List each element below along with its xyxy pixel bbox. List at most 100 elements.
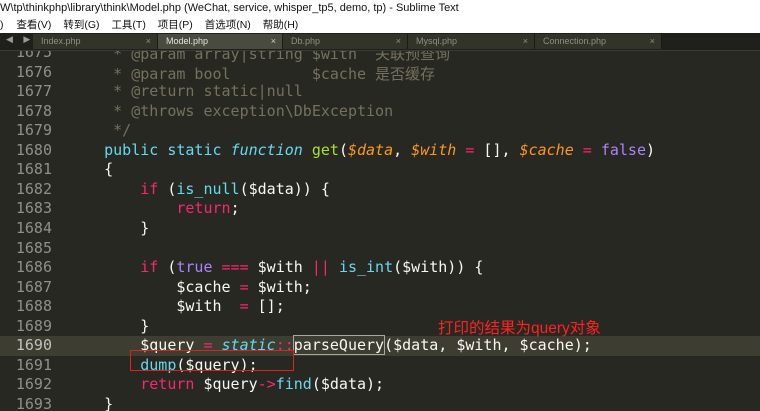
code-token: parseQuery <box>292 335 386 356</box>
code-token: true <box>176 258 213 277</box>
code-token: []; <box>248 297 285 316</box>
menu-item-view[interactable]: 查看(V) <box>16 17 51 33</box>
menu-item-help[interactable]: 帮助(H) <box>263 17 299 33</box>
code-token: = <box>582 140 592 159</box>
tab-mysql-php[interactable]: Mysql.php × <box>408 34 535 49</box>
code-text: * @param array|string $with 关联预查询 <box>68 51 450 64</box>
code-token: $cache <box>519 140 574 159</box>
menu-item-edit[interactable]: ) <box>0 17 4 33</box>
tab-index-php[interactable]: Index.php × <box>33 34 158 49</box>
code-token: if <box>140 179 159 198</box>
code-token: function <box>230 140 303 159</box>
window-title-bar: W\tp\thinkphp\library\think\Model.php (W… <box>0 0 760 17</box>
code-line[interactable]: 1687 $cache = $with; <box>0 278 760 298</box>
code-line[interactable]: 1676 * @param bool $cache 是否缓存 <box>0 63 760 83</box>
tab-model-php[interactable]: Model.php × <box>158 34 283 49</box>
code-token: ( <box>158 179 177 198</box>
code-token: * @param bool $cache 是否缓存 <box>68 64 436 83</box>
code-token: ($with)) { <box>393 258 484 277</box>
code-token: $with <box>248 258 312 277</box>
menu-item-preferences[interactable]: 首选项(N) <box>205 17 251 33</box>
line-number: 1677 <box>15 82 52 101</box>
code-line[interactable]: 1691 dump($query); <box>0 356 760 376</box>
line-number: 1693 <box>15 394 52 411</box>
code-text: return; <box>68 199 239 217</box>
code-text: if (true === $with || is_int($with)) { <box>68 258 483 276</box>
code-line[interactable]: 1685 <box>0 239 760 259</box>
close-icon[interactable]: × <box>650 34 655 49</box>
code-line[interactable]: 1681 { <box>0 160 760 180</box>
close-icon[interactable]: × <box>146 34 151 49</box>
code-token: $data <box>347 140 394 159</box>
line-number: 1679 <box>15 121 52 140</box>
code-text: * @return static|null <box>68 82 303 100</box>
code-line[interactable]: 1679 */ <box>0 121 760 141</box>
tab-db-php[interactable]: Db.php × <box>283 34 408 49</box>
code-line[interactable]: 1688 $with = []; <box>0 297 760 317</box>
code-token: { <box>68 160 114 179</box>
code-line[interactable]: 1693 } <box>0 395 760 411</box>
annotation-text: 打印的结果为query对象 <box>438 320 601 337</box>
code-token: ($data, $with, $cache); <box>384 336 592 355</box>
code-token: ( <box>158 258 177 277</box>
code-line[interactable]: 1677 * @return static|null <box>0 82 760 102</box>
code-text: { <box>68 160 113 178</box>
code-token: ) <box>646 140 656 159</box>
code-token: * @return static|null <box>68 82 303 101</box>
code-editor[interactable]: 1693 } 1692 return $query->find($data); 16… <box>0 51 760 411</box>
menu-item-tools[interactable]: 工具(T) <box>111 17 145 33</box>
code-line[interactable]: 1690 $query = static::parseQuery($data, … <box>0 335 760 356</box>
code-text: } <box>68 219 149 237</box>
code-line[interactable]: 1678 * @throws exception\DbException <box>0 102 760 122</box>
code-token: $with; <box>248 277 312 296</box>
line-number: 1688 <box>15 297 52 316</box>
code-text: } <box>68 317 149 335</box>
tab-label: Db.php <box>291 36 321 46</box>
line-number: 1682 <box>15 179 52 198</box>
tab-connection-php[interactable]: Connection.php × <box>535 34 662 49</box>
code-text: */ <box>68 121 131 139</box>
line-number: 1690 <box>15 336 52 355</box>
code-token: } <box>68 394 114 411</box>
line-number: 1680 <box>15 140 52 159</box>
menu-item-goto[interactable]: 转到(G) <box>63 17 99 33</box>
code-line[interactable]: 1675 * @param array|string $with 关联预查询 <box>0 51 760 63</box>
code-token: if <box>140 258 159 277</box>
code-token: === <box>221 258 249 277</box>
line-number: 1689 <box>15 316 52 335</box>
code-line[interactable]: 1680 public static function get($data, $… <box>0 141 760 161</box>
highlight-box <box>130 350 294 371</box>
code-token: || <box>311 258 330 277</box>
code-line[interactable]: 1692 return $query->find($data); <box>0 375 760 395</box>
tab-label: Mysql.php <box>416 36 458 46</box>
tab-label: Connection.php <box>543 36 607 46</box>
code-text: $cache = $with; <box>68 277 312 296</box>
close-icon[interactable]: × <box>523 34 528 49</box>
close-icon[interactable]: × <box>271 34 276 49</box>
code-token: $with <box>411 140 457 159</box>
code-line[interactable]: 1684 } <box>0 219 760 239</box>
code-line[interactable]: 1686 if (true === $with || is_int($with)… <box>0 258 760 278</box>
code-token: } <box>68 218 150 237</box>
code-line[interactable]: 1682 if (is_null($data)) { <box>0 180 760 200</box>
tab-label: Model.php <box>166 36 209 46</box>
line-number: 1685 <box>15 238 52 257</box>
code-token: * @throws exception\DbException <box>68 101 394 120</box>
code-line[interactable]: 1689 } <box>0 317 760 337</box>
close-icon[interactable]: × <box>396 34 401 49</box>
code-text: * @param bool $cache 是否缓存 <box>68 63 435 84</box>
code-line[interactable]: 1683 return; <box>0 199 760 219</box>
code-token: $with <box>68 297 240 316</box>
line-number: 1691 <box>15 355 52 374</box>
code-token: false <box>600 140 646 159</box>
menu-item-project[interactable]: 项目(P) <box>158 17 193 33</box>
code-text: } <box>68 395 113 411</box>
tab-nav-arrows-icon[interactable]: ◀ ▶ <box>6 34 34 45</box>
code-text: public static function get($data, $with … <box>68 141 655 159</box>
code-text: * @throws exception\DbException <box>68 102 393 120</box>
